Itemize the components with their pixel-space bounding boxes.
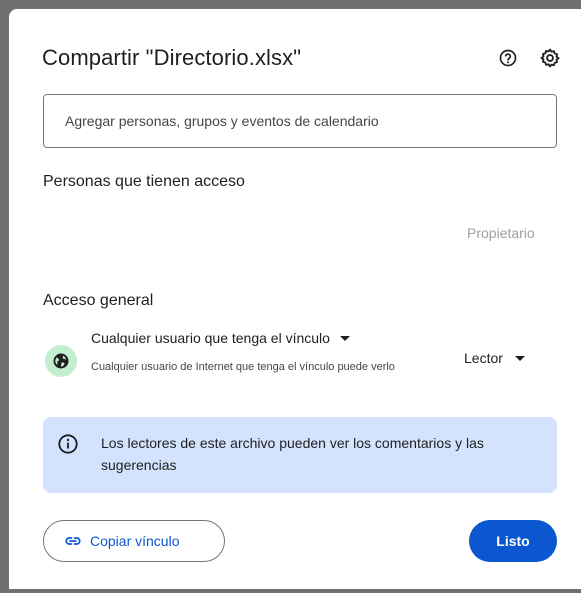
people-with-access-heading: Personas que tienen acceso	[43, 173, 245, 190]
add-people-input[interactable]	[44, 95, 556, 147]
copy-link-label: Copiar vínculo	[90, 533, 180, 549]
share-dialog: Compartir "Directorio.xlsx" Personas que…	[9, 9, 581, 589]
chevron-down-icon	[339, 335, 350, 341]
chevron-down-icon	[514, 355, 525, 361]
done-button[interactable]: Listo	[469, 520, 557, 562]
info-text: Los lectores de este archivo pueden ver …	[101, 435, 484, 473]
dialog-title: Compartir "Directorio.xlsx"	[42, 45, 302, 70]
add-people-field[interactable]	[43, 94, 557, 148]
done-label: Listo	[496, 533, 530, 549]
info-banner: Los lectores de este archivo pueden ver …	[43, 417, 557, 493]
copy-link-button[interactable]: Copiar vínculo	[43, 520, 225, 562]
help-icon[interactable]	[497, 47, 519, 69]
owner-label: Propietario	[467, 225, 535, 241]
general-access-heading: Acceso general	[43, 292, 154, 309]
globe-icon	[53, 353, 69, 369]
general-access-dropdown[interactable]: Cualquier usuario que tenga el vínculo	[91, 330, 350, 346]
screen-background: Compartir "Directorio.xlsx" Personas que…	[0, 0, 581, 593]
info-icon	[58, 434, 78, 454]
general-access-value: Cualquier usuario que tenga el vínculo	[91, 330, 330, 346]
globe-badge	[45, 345, 77, 377]
role-dropdown[interactable]: Lector	[464, 350, 525, 366]
general-access-description: Cualquier usuario de Internet que tenga …	[91, 361, 395, 373]
gear-icon[interactable]	[539, 47, 561, 69]
link-icon	[65, 537, 81, 545]
role-value: Lector	[464, 350, 503, 366]
